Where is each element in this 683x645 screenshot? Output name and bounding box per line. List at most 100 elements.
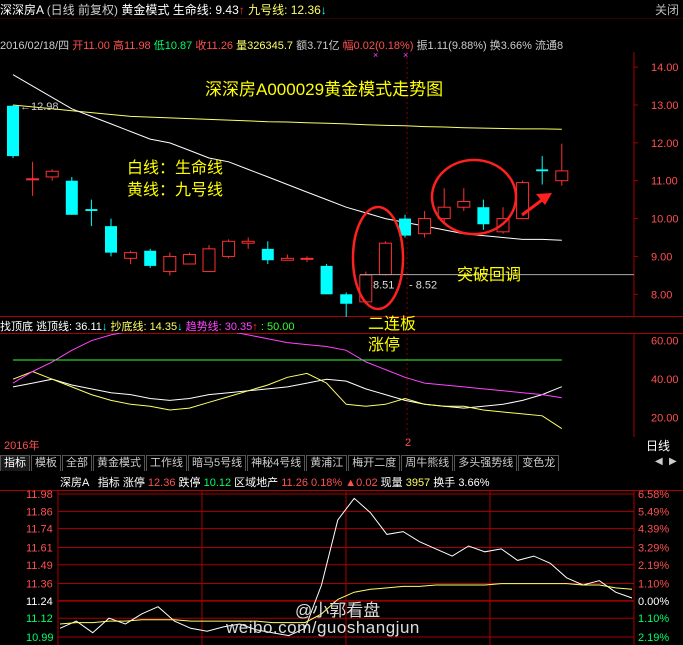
candle-body	[536, 169, 549, 172]
y-tick-label: 9.00	[651, 251, 672, 263]
nine-line-value: 九号线: 12.36	[248, 3, 321, 17]
level-line-value: : 50.00	[260, 321, 295, 333]
breakout-note: 突破回调	[457, 266, 521, 284]
candle-body	[45, 170, 59, 178]
tab-6[interactable]: 神秘4号线	[247, 455, 306, 471]
watermark-url: weibo.com/guoshangjun	[226, 618, 420, 637]
intra-y-right-label: 4.39%	[638, 524, 669, 536]
white-line-note: 白线：生命线	[127, 159, 223, 177]
tab-10[interactable]: 多头强势线	[454, 455, 518, 471]
quote-date: 2016/02/18/四	[0, 40, 70, 52]
intra-y-right-label: 1.10%	[638, 613, 669, 625]
candle-body	[85, 209, 98, 211]
kline-chart[interactable]: 8.009.0010.0011.0012.0013.0014.00←12.98←…	[0, 52, 683, 317]
indicator-name: 黄金模式	[121, 3, 170, 17]
month-label: 2	[405, 437, 412, 449]
candle-body	[105, 226, 117, 253]
sub-line-0	[12, 378, 562, 409]
sub-indicator-chart[interactable]: 20.00 40.00 60.00	[0, 333, 683, 437]
intraday-pct: 0.18%	[311, 477, 343, 489]
sub-y-tick-label: 20.00	[651, 413, 679, 425]
limit-up-label: 涨停	[122, 477, 145, 489]
turnover-label: 换手	[433, 477, 456, 489]
tab-8[interactable]: 梅开二度	[348, 455, 401, 471]
limit-up-value: 12.36	[147, 477, 176, 489]
candle-body	[65, 180, 78, 215]
intra-y-right-label: 6.58%	[638, 490, 669, 501]
intraday-change: ▲0.02	[345, 477, 378, 489]
sub-line-1	[12, 370, 563, 430]
high-price-mark: ←12.98	[20, 101, 59, 113]
quote-amplitude: 振1.11(9.88%)	[416, 40, 487, 52]
sub-line-2	[12, 333, 562, 399]
signal-marker: ×	[373, 52, 378, 60]
intra-y-left-label: 11.24	[26, 596, 53, 608]
down-arrow-icon: ↓	[177, 321, 183, 333]
year-label: 2016年	[4, 440, 40, 452]
candle-body	[340, 294, 353, 304]
quote-open: 开11.00	[72, 40, 110, 52]
intraday-stock: 深房A	[60, 477, 89, 489]
candle-body	[222, 240, 236, 257]
quote-float: 流通8	[535, 40, 564, 52]
volume-value: 3957	[405, 477, 431, 489]
y-tick-label: 12.00	[651, 138, 679, 150]
sub-indicator-name: 找顶底	[0, 321, 33, 333]
quote-volume: 量326345.7	[236, 40, 294, 52]
intra-y-right-label: 2.19%	[638, 560, 669, 572]
tab-3[interactable]: 黄金模式	[93, 455, 145, 471]
candle-body	[26, 178, 40, 181]
tab-7[interactable]: 黄浦江	[306, 455, 348, 471]
candle-body	[477, 207, 490, 225]
quote-close: 收11.26	[195, 40, 234, 52]
tab-5[interactable]: 暗马5号线	[188, 455, 247, 471]
tab-4[interactable]: 工作线	[146, 455, 187, 471]
candle-body	[182, 254, 196, 265]
up-arrow-icon: ↑	[252, 321, 258, 333]
tab-scroll-right-icon[interactable]: ▶	[669, 456, 677, 467]
y-tick-label: 13.00	[651, 100, 679, 112]
bottom-line-value: 抄底线: 14.35	[110, 321, 178, 333]
candle-body	[7, 105, 19, 157]
candle-body	[418, 218, 432, 235]
indicator-tabs: 指标 模板 全部 黄金模式 工作线 暗马5号线 神秘4号线 黄浦江 梅开二度 周牛熊线 多头强势线变…	[0, 455, 683, 471]
up-arrow-icon: ↑	[238, 3, 245, 17]
period-button[interactable]: 日线	[646, 437, 670, 454]
candle-body	[555, 170, 569, 182]
tab-9[interactable]: 周牛熊线	[401, 455, 454, 471]
candle-body	[202, 248, 216, 273]
close-button[interactable]: 关闭	[655, 1, 679, 18]
candle-body	[163, 255, 177, 273]
intra-y-left-label: 11.36	[26, 579, 53, 591]
tab-scroll-left-icon[interactable]: ◀	[655, 456, 663, 467]
tab-0[interactable]: 指标	[0, 455, 30, 471]
tab-2[interactable]: 全部	[62, 455, 92, 471]
life-line-value: 生命线: 9.43	[172, 3, 239, 17]
sector-label: 区域地产	[234, 477, 279, 489]
candle-body	[300, 257, 314, 260]
candle-body	[457, 201, 471, 208]
limit-up-note: 涨停	[368, 337, 401, 354]
stock-name: 深深房A	[0, 3, 44, 17]
period-label: (日线 前复权)	[46, 3, 119, 17]
nine-line	[12, 104, 562, 130]
tab-1[interactable]: 模板	[31, 455, 61, 471]
candle-body	[378, 242, 392, 276]
quote-info-row: 2016/02/18/四 开11.00 高11.98 低10.87 收11.26…	[0, 37, 564, 52]
intra-y-right-label: 2.19%	[638, 632, 669, 644]
quote-change: 幅0.02(0.18%)	[342, 40, 414, 52]
candle-body	[320, 265, 333, 295]
candle-body	[241, 240, 255, 244]
trend-line-value: 趋势线: 30.35	[185, 321, 253, 333]
quote-low: 低10.87	[153, 40, 193, 52]
turnover-value: 3.66%	[458, 477, 490, 489]
top-line-value: 逃顶线: 36.11	[36, 321, 102, 333]
intra-y-left-label: 11.74	[26, 524, 53, 536]
intra-y-right-label: 0.00%	[638, 596, 669, 608]
intra-y-left-label: 11.49	[26, 560, 53, 572]
limit-up-circle	[351, 205, 405, 311]
header-row: 深深房A (日线 前复权) 黄金模式 生命线: 9.43↑ 九号线: 12.36…	[0, 1, 327, 17]
chart-title: 深深房A000029黄金模式走势图	[205, 80, 443, 99]
tab-11[interactable]: 变色龙	[518, 455, 560, 471]
quote-high: 高11.98	[112, 40, 151, 52]
